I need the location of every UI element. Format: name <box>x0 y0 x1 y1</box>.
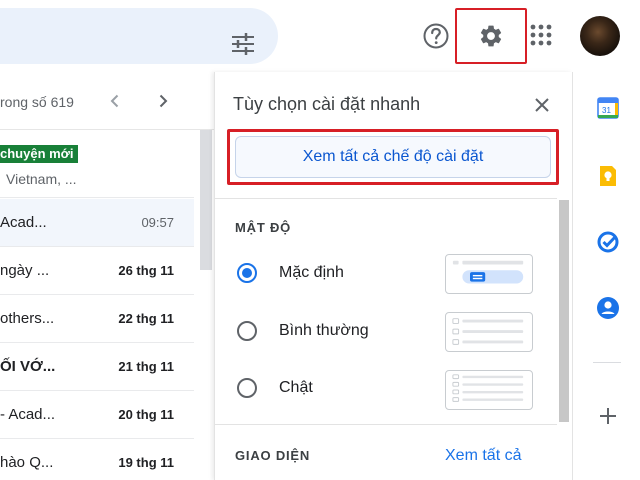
mail-date: 19 thg 11 <box>118 455 174 470</box>
table-row[interactable]: - Acad... 20 thg 11 <box>0 391 194 439</box>
theme-heading: GIAO DIỆN <box>235 448 311 463</box>
divider <box>215 198 557 199</box>
see-all-settings-highlight: Xem tất cả chế độ cài đặt <box>227 129 559 185</box>
settings-button[interactable] <box>455 8 527 64</box>
table-row[interactable]: Acad... 09:57 <box>0 199 194 247</box>
see-all-settings-button[interactable]: Xem tất cả chế độ cài đặt <box>235 136 551 178</box>
search-box[interactable] <box>0 8 278 64</box>
help-icon[interactable] <box>422 22 450 50</box>
mail-subject: ngày ... <box>0 262 50 279</box>
mail-date: 20 thg 11 <box>118 407 174 422</box>
calendar-icon[interactable]: 31 <box>596 96 620 120</box>
mail-list-scrollbar[interactable] <box>200 130 212 270</box>
see-all-themes-link[interactable]: Xem tất cả <box>445 447 521 465</box>
tasks-icon[interactable] <box>596 230 620 254</box>
table-row[interactable]: hào Q... 19 thg 11 <box>0 439 194 480</box>
divider <box>593 362 621 363</box>
contacts-icon[interactable] <box>596 296 620 320</box>
pager: rong số 619 <box>0 72 214 130</box>
list-item-snippet: Vietnam, ... <box>6 171 77 187</box>
table-row[interactable]: ngày ... 26 thg 11 <box>0 247 194 295</box>
account-avatar[interactable] <box>580 16 620 56</box>
close-icon[interactable] <box>533 96 551 114</box>
top-bar <box>0 0 640 72</box>
density-compact-preview[interactable] <box>445 370 533 410</box>
density-compact-label: Chật <box>279 379 313 396</box>
mail-date: 26 thg 11 <box>118 263 174 278</box>
chevron-right-icon[interactable] <box>154 92 172 110</box>
mail-subject: hào Q... <box>0 454 54 471</box>
table-row[interactable]: ỐI VỚ... 21 thg 11 <box>0 343 194 391</box>
mail-date: 09:57 <box>141 215 174 230</box>
calendar-day: 31 <box>602 106 611 115</box>
side-panel: 31 <box>572 72 640 480</box>
density-comfortable-label: Bình thường <box>279 322 369 339</box>
list-item[interactable]: chuyện mới Vietnam, ... <box>0 130 194 198</box>
panel-title: Tùy chọn cài đặt nhanh <box>233 94 421 114</box>
new-conversation-badge: chuyện mới <box>0 145 78 163</box>
mail-subject: ỐI VỚ... <box>0 358 56 375</box>
mail-date: 22 thg 11 <box>118 311 174 326</box>
mail-subject: others... <box>0 310 55 327</box>
add-icon[interactable] <box>596 404 620 428</box>
density-default-preview[interactable] <box>445 254 533 294</box>
keep-icon[interactable] <box>596 164 620 188</box>
mail-subject: - Acad... <box>0 406 56 423</box>
apps-grid-icon[interactable] <box>530 24 552 46</box>
gmail-window: rong số 619 chuyện mới Vietnam, ... Acad… <box>0 0 640 480</box>
density-comfortable-preview[interactable] <box>445 312 533 352</box>
divider <box>215 424 557 425</box>
density-comfortable-radio[interactable] <box>237 321 257 341</box>
density-compact-radio[interactable] <box>237 378 257 398</box>
quick-settings-panel: Tùy chọn cài đặt nhanh Xem tất cả chế độ… <box>214 72 572 480</box>
mail-list: rong số 619 chuyện mới Vietnam, ... Acad… <box>0 72 214 480</box>
density-default-label: Mặc định <box>279 264 344 281</box>
panel-scrollbar[interactable] <box>559 200 569 422</box>
density-heading: MẬT ĐỘ <box>235 220 292 235</box>
chevron-left-icon[interactable] <box>106 92 124 110</box>
density-default-radio[interactable] <box>237 263 257 283</box>
mail-date: 21 thg 11 <box>118 359 174 374</box>
mail-subject: Acad... <box>0 214 47 231</box>
gear-icon <box>480 25 502 47</box>
search-options-icon[interactable] <box>230 32 256 56</box>
pager-count: rong số 619 <box>0 94 74 110</box>
table-row[interactable]: others... 22 thg 11 <box>0 295 194 343</box>
